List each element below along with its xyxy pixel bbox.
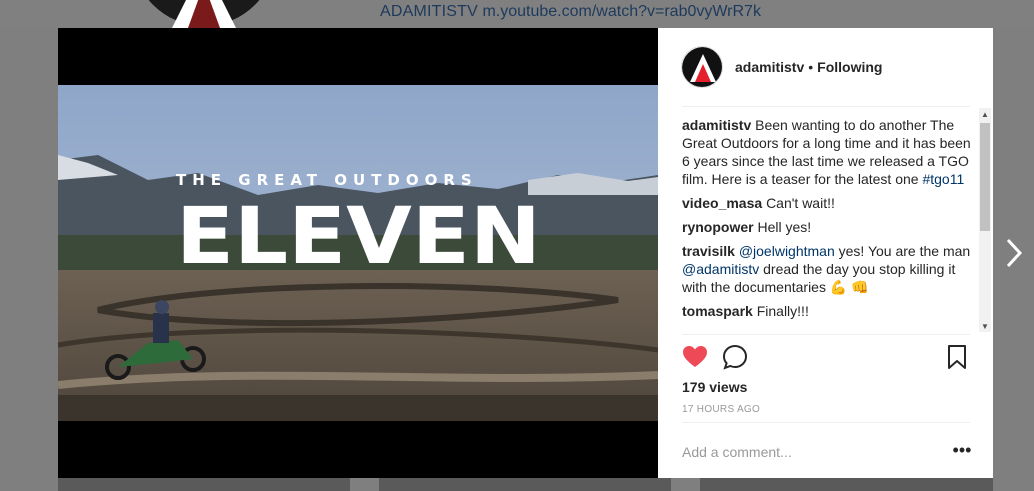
following-button[interactable]: Following [817,59,882,75]
video-player[interactable]: THE GREAT OUTDOORS ELEVEN [58,85,658,421]
comment-mention[interactable]: @joelwightman [739,243,835,259]
comment-icon[interactable] [722,344,748,370]
post-username[interactable]: adamitistv [735,59,804,75]
heart-icon[interactable] [682,344,708,370]
comment-username[interactable]: travisilk [682,243,735,259]
background-logo [148,0,260,28]
comment-mention[interactable]: @adamitistv [682,261,759,277]
list-item: rynopower Hell yes! [682,218,976,236]
comment-username[interactable]: rynopower [682,219,754,235]
comments-divider [682,334,970,335]
ellipsis-icon[interactable]: ••• [952,440,972,464]
video-title-main: ELEVEN [176,192,541,282]
scroll-down-icon[interactable]: ▼ [981,322,989,331]
comment-text: Finally!!! [756,303,809,319]
header-divider [682,106,970,107]
comment-username[interactable]: video_masa [682,195,762,211]
post-actions [682,344,970,374]
caption-hashtag[interactable]: #tgo11 [922,171,964,187]
comment-input[interactable] [682,440,942,464]
background-thumbnail[interactable] [58,478,350,491]
post-timestamp: 17 HOURS AGO [682,404,761,415]
caption: adamitistv Been wanting to do another Th… [682,116,976,188]
background-thumbnail[interactable] [700,478,993,491]
profile-logo-icon [682,47,722,87]
post-modal: THE GREAT OUTDOORS ELEVEN adamitistv • F… [58,28,993,478]
comments-scrollbar[interactable]: ▲ ▼ [979,108,991,332]
post-header: adamitistv • Following [658,28,993,106]
caption-username[interactable]: adamitistv [682,117,751,133]
video-title-top: THE GREAT OUTDOORS [176,171,478,189]
separator-dot: • [808,59,814,75]
comments-list: adamitistv Been wanting to do another Th… [682,116,976,334]
scroll-up-icon[interactable]: ▲ [981,110,989,119]
post-details-panel: adamitistv • Following adamitistv Been w… [658,28,993,478]
next-arrow-icon[interactable] [1003,236,1025,270]
avatar[interactable] [681,46,723,88]
background-thumbnail[interactable] [379,478,671,491]
comment-text: yes! You are the man [838,243,971,259]
background-url: m.youtube.com/watch?v=rab0vyWrR7k [482,3,761,20]
list-item: tomaspark Finally!!! [682,302,976,320]
view-count[interactable]: 179 views [682,379,747,395]
footer-divider [682,422,970,423]
post-media: THE GREAT OUTDOORS ELEVEN [58,28,658,478]
comment-text: Hell yes! [757,219,812,235]
bookmark-icon[interactable] [944,344,970,370]
scrollbar-thumb[interactable] [980,123,990,231]
comment-username[interactable]: tomaspark [682,303,753,319]
comment-text: Can't wait!! [766,195,835,211]
background-link[interactable]: ADAMITISTV m.youtube.com/watch?v=rab0vyW… [380,3,761,21]
list-item: travisilk @joelwightman yes! You are the… [682,242,976,296]
list-item: video_masa Can't wait!! [682,194,976,212]
background-site-name: ADAMITISTV [380,3,479,20]
